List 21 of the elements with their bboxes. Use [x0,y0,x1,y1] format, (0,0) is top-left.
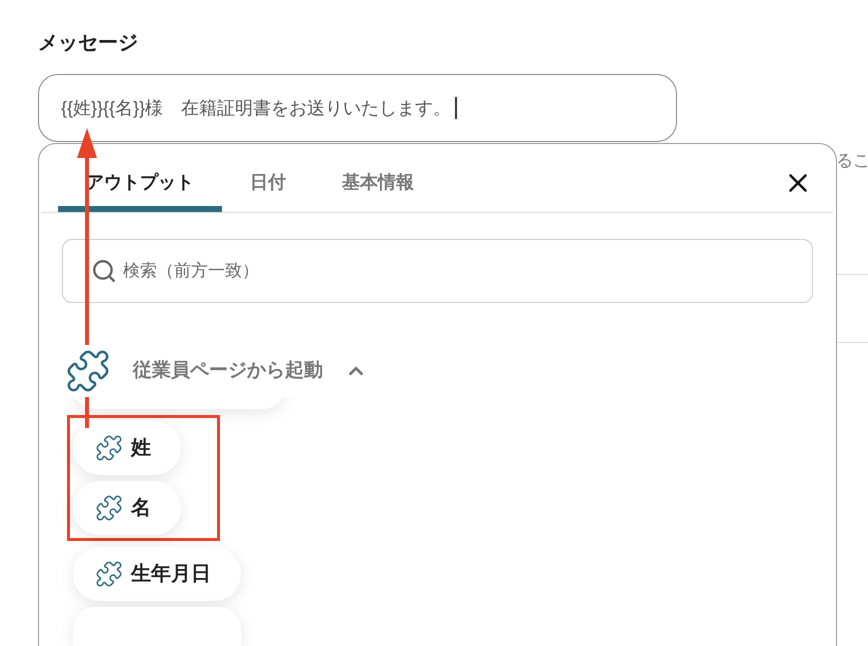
field-label: メッセージ [38,31,138,56]
section-title: 従業員ページから起動 [133,358,323,383]
list-item[interactable]: 生年月日 [73,547,241,601]
field-value: {{姓}}{{名}}様 在籍証明書をお送りいたします。 [61,96,452,120]
search-input[interactable]: 検索（前方一致） [123,258,812,284]
message-field[interactable]: {{姓}}{{名}}様 在籍証明書をお送りいたします。 [38,74,677,142]
tab[interactable]: アウトプット [58,158,222,212]
item-label: 生年月日 [131,562,211,587]
list-item[interactable]: 名 [73,481,181,535]
list-item[interactable]: 姓 [73,421,181,475]
search-field[interactable]: 検索（前方一致） [62,239,813,303]
item-label: 姓 [131,436,151,461]
puzzle-icon [65,348,111,394]
search-icon [91,258,117,284]
puzzle-icon [95,560,123,588]
background-text: るこ [836,150,868,172]
tab[interactable]: 日付 [222,158,314,212]
item-label: 名 [131,496,151,521]
puzzle-icon [95,494,123,522]
puzzle-icon [95,434,123,462]
tab[interactable]: 基本情報 [314,158,442,212]
